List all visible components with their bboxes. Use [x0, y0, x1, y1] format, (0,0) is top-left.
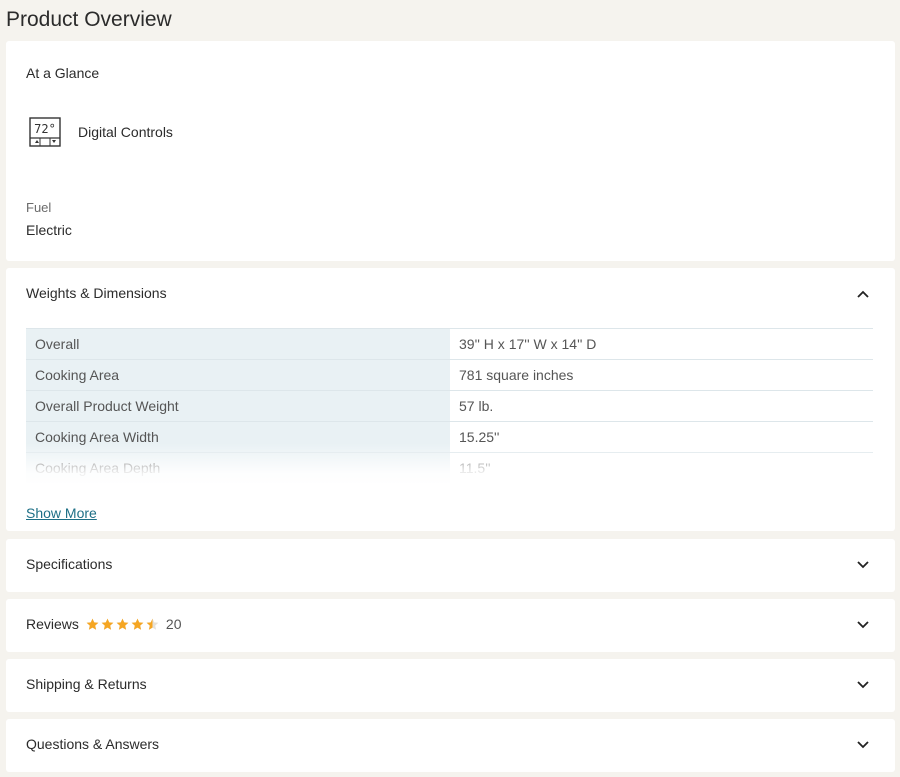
- dimension-value: 781 square inches: [450, 359, 873, 391]
- dimension-value: 57 lb.: [450, 390, 873, 422]
- chevron-down-icon[interactable]: [857, 621, 869, 629]
- specifications-card[interactable]: Specifications: [6, 539, 895, 592]
- reviews-card[interactable]: Reviews 20: [6, 599, 895, 652]
- questions-answers-card[interactable]: Questions & Answers: [6, 719, 895, 772]
- at-a-glance-label: At a Glance: [26, 65, 100, 81]
- star-full-icon: [116, 618, 129, 630]
- star-rating: [86, 618, 161, 631]
- table-row: Overall 39'' H x 17'' W x 14'' D: [26, 328, 873, 360]
- shipping-returns-header[interactable]: Shipping & Returns: [26, 676, 147, 692]
- fuel-label: Fuel: [26, 200, 52, 215]
- at-a-glance-card: At a Glance 72° Digital Controls Fuel El…: [6, 41, 895, 261]
- chevron-down-icon[interactable]: [857, 681, 869, 689]
- questions-answers-header[interactable]: Questions & Answers: [26, 736, 159, 752]
- page-title: Product Overview: [6, 8, 172, 31]
- specifications-header[interactable]: Specifications: [26, 556, 112, 572]
- star-full-icon: [86, 618, 99, 630]
- shipping-returns-card[interactable]: Shipping & Returns: [6, 659, 895, 712]
- svg-text:72°: 72°: [34, 122, 56, 136]
- chevron-down-icon[interactable]: [857, 561, 869, 569]
- star-half-icon: [146, 618, 159, 630]
- fuel-value: Electric: [26, 222, 72, 238]
- chevron-down-icon[interactable]: [857, 741, 869, 749]
- dimension-key: Cooking Area: [26, 359, 450, 391]
- chevron-up-icon[interactable]: [857, 290, 869, 298]
- dimension-key: Overall Product Weight: [26, 390, 450, 422]
- star-full-icon: [131, 618, 144, 630]
- show-more-link[interactable]: Show More: [26, 505, 97, 521]
- weights-dimensions-card: Weights & Dimensions Overall 39'' H x 17'…: [6, 268, 895, 531]
- star-full-icon: [101, 618, 114, 630]
- thermostat-icon: 72°: [26, 116, 64, 148]
- reviews-title: Reviews: [26, 616, 79, 632]
- dimension-value: 39'' H x 17'' W x 14'' D: [450, 328, 873, 360]
- reviews-header[interactable]: Reviews 20: [26, 616, 181, 632]
- feature-digital-controls: 72° Digital Controls: [26, 116, 173, 148]
- dimension-key: Overall: [26, 328, 450, 360]
- table-row: Overall Product Weight 57 lb.: [26, 390, 873, 422]
- review-count: 20: [165, 616, 182, 632]
- table-row: Cooking Area 781 square inches: [26, 359, 873, 391]
- feature-label: Digital Controls: [78, 124, 173, 140]
- weights-dimensions-header[interactable]: Weights & Dimensions: [26, 285, 167, 301]
- table-fade-overlay: [26, 443, 873, 498]
